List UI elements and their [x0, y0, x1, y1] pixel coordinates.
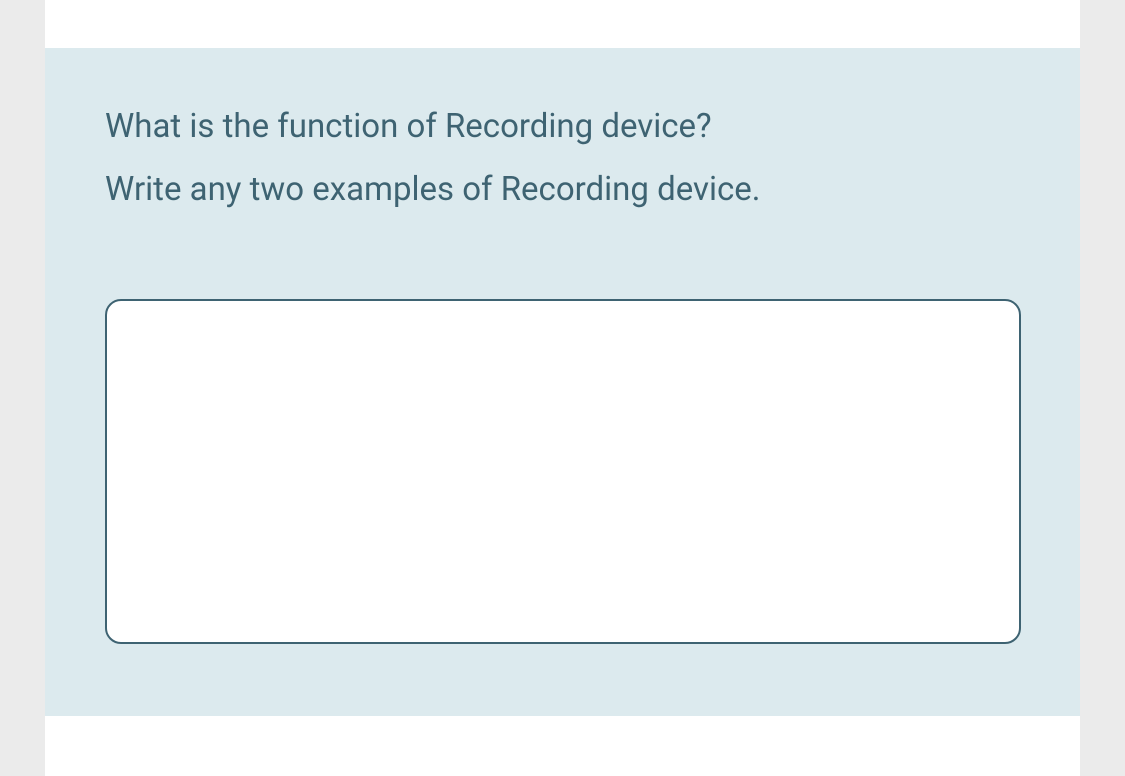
top-spacer	[45, 0, 1080, 48]
question-text: What is the function of Recording device…	[105, 96, 1020, 221]
answer-input[interactable]	[105, 299, 1021, 644]
question-line-2: Write any two examples of Recording devi…	[105, 159, 1020, 222]
bottom-spacer	[45, 716, 1080, 776]
question-block: What is the function of Recording device…	[45, 48, 1080, 716]
page-container: What is the function of Recording device…	[45, 0, 1080, 755]
question-line-1: What is the function of Recording device…	[105, 96, 1020, 159]
